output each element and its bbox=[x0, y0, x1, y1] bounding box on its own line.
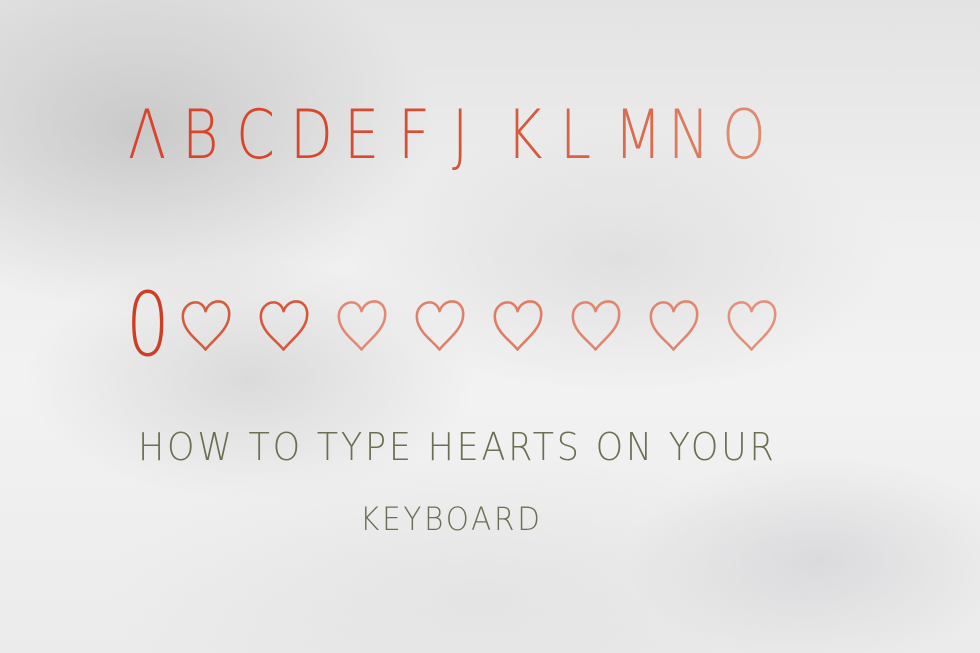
alphabet-letter: J bbox=[452, 96, 469, 175]
caption-line-1: HOW TO TYPE HEARTS ON YOUR bbox=[138, 425, 777, 469]
alphabet-letter: F bbox=[398, 96, 431, 175]
alphabet-letter: L bbox=[560, 96, 592, 175]
alphabet-letter: O bbox=[722, 96, 766, 175]
heart-icon bbox=[178, 296, 234, 354]
alphabet-letter: K bbox=[506, 96, 543, 175]
alphabet-letter: E bbox=[344, 96, 380, 175]
alphabet-row: ΛBCDEFJKLMNO bbox=[128, 98, 828, 174]
heart-icon bbox=[256, 296, 312, 354]
alphabet-letter: B bbox=[182, 96, 219, 175]
heart-icon bbox=[724, 296, 780, 354]
alphabet-letter: C bbox=[236, 96, 275, 175]
caption-line-2: KEYBOARD bbox=[360, 500, 543, 538]
alphabet-letter: M bbox=[614, 96, 663, 175]
heart-icon bbox=[646, 296, 702, 354]
heart-icon bbox=[490, 296, 546, 354]
heart-icon bbox=[334, 296, 390, 354]
hearts-row: 0 bbox=[126, 280, 806, 370]
heart-icon bbox=[568, 296, 624, 354]
alphabet-letter: D bbox=[290, 96, 333, 175]
heart-icon bbox=[412, 296, 468, 354]
alphabet-letter: N bbox=[668, 96, 710, 175]
zero-glyph: 0 bbox=[126, 273, 170, 376]
alphabet-letter: Λ bbox=[128, 96, 167, 175]
